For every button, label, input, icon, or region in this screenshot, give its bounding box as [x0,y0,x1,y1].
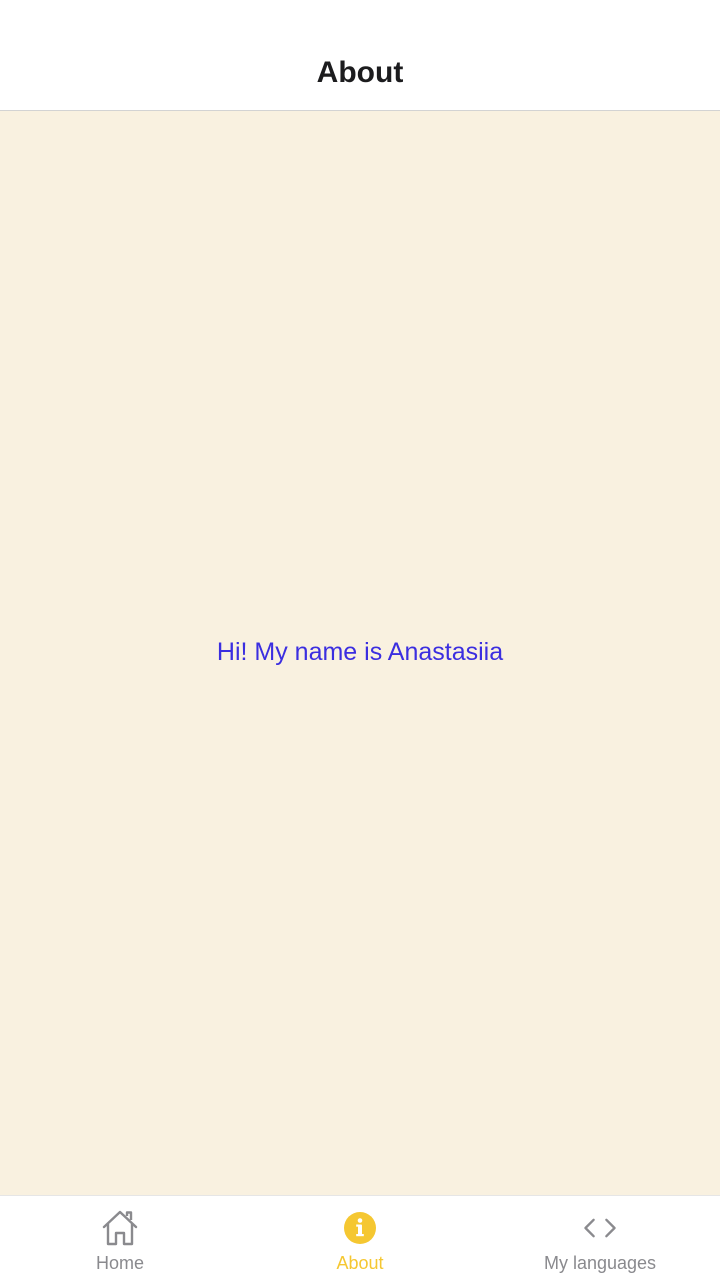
greeting-text: Hi! My name is Anastasiia [216,638,504,666]
app-root: About Hi! My name is Anastasiia Home Abo… [0,0,720,1280]
info-icon [340,1208,380,1248]
tab-about[interactable]: About [240,1196,480,1280]
tab-home[interactable]: Home [0,1196,240,1280]
tab-home-label: Home [95,1253,144,1273]
bottom-tab-bar: Home About My languages [0,1195,720,1280]
code-icon [580,1208,620,1248]
tab-my-languages[interactable]: My languages [480,1196,720,1280]
tab-about-label: About [336,1253,384,1273]
page-title: About [316,56,404,89]
home-icon [100,1208,140,1248]
main-content: Hi! My name is Anastasiia [0,111,720,1195]
tab-my-languages-label: My languages [543,1253,657,1273]
navigation-header: About [0,0,720,111]
